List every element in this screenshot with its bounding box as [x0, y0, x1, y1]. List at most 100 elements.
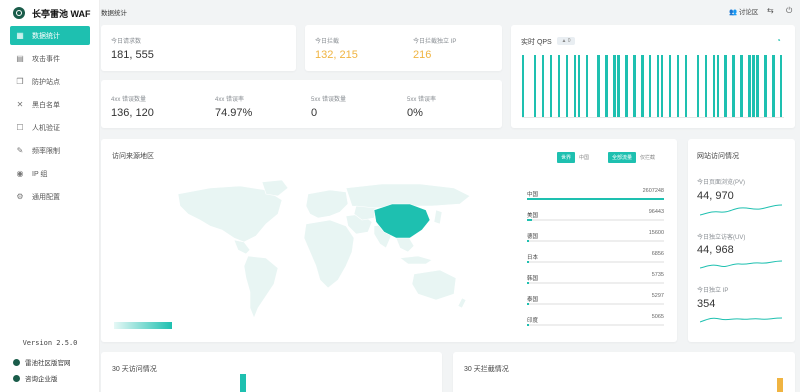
qps-bar [585, 55, 588, 117]
sidebar-item-5[interactable]: ✎ 频率限制 [10, 141, 90, 160]
site-visits-title: 网站访问情况 [697, 153, 739, 160]
scope-tab-china[interactable]: 中国 [575, 152, 593, 163]
tools-icon: ✕ [16, 99, 24, 109]
qps-bar [617, 55, 620, 117]
brand[interactable]: 长亭雷池 WAF [0, 0, 99, 22]
error-stat-4xx-rate: 4xx 错误率 74.97% [215, 94, 252, 119]
qps-bar [656, 55, 660, 117]
qps-bar [541, 55, 545, 117]
country-bar-fill [527, 219, 533, 221]
qps-bar [676, 55, 680, 117]
qps-bar [748, 55, 751, 117]
sidebar-item-label: 频率限制 [32, 147, 60, 155]
country-bar-track [527, 219, 664, 221]
qps-bar [533, 55, 537, 117]
cube-icon: ❒ [16, 76, 24, 86]
qps-bar [625, 55, 628, 117]
wrench-icon: ✎ [16, 145, 24, 155]
enterprise-link[interactable]: 咨询企业版 [13, 373, 58, 383]
qps-bar [668, 55, 672, 117]
country-bar-track [527, 261, 664, 263]
region-africa [303, 219, 355, 289]
qps-bar [565, 55, 569, 117]
qps-chart [522, 55, 784, 118]
qps-bar [633, 55, 636, 117]
mode-tab-blocked[interactable]: 仅拦截 [636, 152, 659, 163]
country-bar-fill [527, 324, 530, 326]
country-bar-track [527, 240, 664, 242]
country-value: 96443 [648, 209, 664, 215]
qps-bar [696, 55, 700, 117]
blocks-30d-title: 30 天拦截情况 [464, 366, 509, 373]
forum-link[interactable]: 👥 讨论区 [729, 6, 758, 16]
error-stat-value: 0 [311, 107, 318, 119]
scope-tab-world[interactable]: 世界 [557, 152, 576, 163]
qps-bar [649, 55, 652, 117]
mode-tab-all[interactable]: 全部流量 [608, 152, 637, 163]
blocked-ip-label: 今日拦截独立 IP [413, 39, 457, 45]
visits-30d-bar [240, 374, 246, 392]
sidebar-item-label: 防护站点 [32, 78, 60, 86]
qps-bar [684, 55, 688, 117]
country-row: 印度 5065 [527, 314, 664, 326]
total-requests-stat: 今日请求数 181, 555 [111, 36, 154, 61]
shield-icon [13, 358, 20, 366]
region-new-zealand [457, 297, 467, 309]
error-stat-4xx-count: 4xx 错误数量 136, 120 [111, 94, 154, 119]
qps-title: 实时 QPS [521, 39, 552, 46]
country-bar-fill [527, 282, 530, 284]
qps-bar [577, 55, 581, 117]
region-greenland [261, 180, 289, 197]
logout-icon[interactable]: ⏻ [786, 6, 792, 16]
error-stat-value: 136, 120 [111, 107, 154, 119]
qps-bar [732, 55, 735, 117]
sidebar-item-7[interactable]: ⚙ 通用配置 [10, 187, 90, 206]
qps-bar [712, 55, 715, 117]
page-title: 数据统计 [101, 10, 127, 17]
qps-bar [641, 55, 644, 117]
grid-icon: ▦ [16, 30, 24, 40]
map-title: 访问来源地区 [112, 153, 154, 160]
sidebar-item-1[interactable]: ▤ 攻击事件 [10, 49, 90, 68]
sidebar-item-3[interactable]: ✕ 黑白名单 [10, 95, 90, 114]
language-icon[interactable]: ⇆ [767, 6, 774, 15]
pv-sparkline [700, 204, 782, 216]
enterprise-icon [13, 374, 20, 382]
country-value: 5065 [651, 314, 664, 320]
sidebar-item-6[interactable]: ◉ IP 组 [10, 164, 90, 183]
region-europe [305, 189, 349, 219]
qps-bar [724, 55, 727, 117]
world-map[interactable] [170, 180, 475, 320]
qps-bar [660, 55, 664, 117]
region-indonesia [399, 255, 433, 265]
community-link[interactable]: 雷池社区版官网 [13, 357, 71, 367]
region-australia [411, 269, 457, 301]
clock-icon: ◔ [776, 36, 781, 45]
qps-badge-value: 0 [567, 38, 571, 44]
country-bar-fill [527, 303, 530, 305]
sidebar-item-2[interactable]: ❒ 防护站点 [10, 72, 90, 91]
qps-badge: ▲ 0 [557, 37, 575, 45]
country-row: 美国 96443 [527, 209, 664, 221]
version-label: Version 2.5.0 [22, 339, 78, 347]
users-icon: 👥 [729, 9, 738, 16]
error-stat-label: 5xx 错误率 [407, 97, 437, 103]
pv-label: 今日页面浏览(PV) [697, 180, 746, 186]
topbar: 数据统计 👥 讨论区 ⇆ ⏻ [100, 0, 800, 22]
requests-card: 今日请求数 181, 555 [101, 25, 296, 71]
qps-bar [557, 55, 561, 117]
country-value: 5735 [651, 272, 664, 278]
error-stat-value: 74.97% [215, 107, 253, 119]
country-row: 日本 6856 [527, 251, 664, 263]
sidebar-item-0[interactable]: ▦ 数据统计 [10, 26, 90, 45]
sidebar-item-4[interactable]: ☐ 人机验证 [10, 118, 90, 137]
forum-link-label: 讨论区 [738, 9, 759, 16]
uv-sparkline [700, 260, 782, 269]
qps-bar [740, 55, 743, 117]
country-row: 韩国 5735 [527, 272, 664, 284]
error-stat-5xx-count: 5xx 错误数量 0 [311, 94, 346, 119]
uv-label: 今日独立访客(UV) [697, 235, 746, 241]
country-bar-track [527, 303, 664, 305]
country-bar-fill [527, 240, 530, 242]
brand-name: 长亭雷池 WAF [32, 8, 91, 19]
